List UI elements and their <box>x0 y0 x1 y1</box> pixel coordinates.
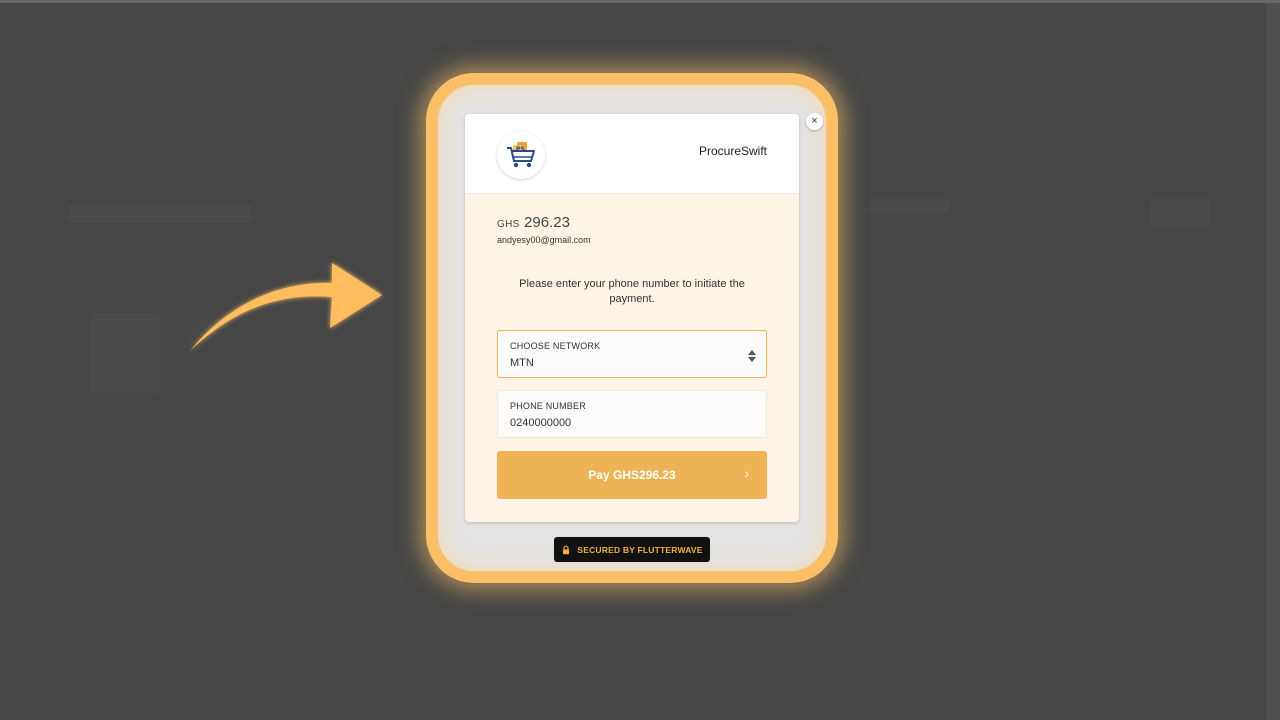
phone-number-field[interactable]: PHONE NUMBER 0240000000 <box>497 390 767 438</box>
merchant-name: ProcureSwift <box>698 144 767 158</box>
lock-icon <box>563 545 570 554</box>
secured-by-badge[interactable]: SECURED BY FLUTTERWAVE <box>554 537 710 562</box>
close-button[interactable]: × <box>806 113 823 130</box>
instruction-text: Please enter your phone number to initia… <box>519 278 745 305</box>
curved-arrow-icon <box>190 263 382 351</box>
shopping-cart-logo-icon: PS <box>507 142 535 168</box>
network-label: CHOOSE NETWORK <box>510 341 601 351</box>
network-select[interactable]: CHOOSE NETWORK MTN <box>497 330 767 378</box>
sort-arrows-icon <box>748 350 756 362</box>
payment-amount: GHS 296.23 <box>497 214 570 232</box>
modal-header: PS ProcureSwift <box>465 114 799 194</box>
close-icon: × <box>811 115 818 127</box>
merchant-logo: PS <box>497 131 545 179</box>
page-backdrop: PS ProcureSwift GHS 296.23 andyesy00@gma… <box>0 0 1280 720</box>
payment-modal: PS ProcureSwift GHS 296.23 andyesy00@gma… <box>465 114 799 522</box>
phone-value[interactable]: 0240000000 <box>510 417 571 429</box>
background-block <box>1150 198 1210 228</box>
phone-label: PHONE NUMBER <box>510 401 586 411</box>
pay-button-label: Pay GHS296.23 <box>588 468 676 482</box>
customer-email: andyesy00@gmail.com <box>497 235 591 245</box>
amount-value: 296.23 <box>524 214 570 231</box>
network-value: MTN <box>510 357 534 369</box>
currency-code: GHS <box>497 219 520 230</box>
background-block <box>70 203 250 223</box>
background-block <box>90 313 160 393</box>
chevron-right-icon: › <box>744 465 749 481</box>
page-scrollbar[interactable] <box>1266 3 1280 720</box>
background-block <box>870 198 950 214</box>
secured-label: SECURED BY FLUTTERWAVE <box>577 544 703 555</box>
pay-button[interactable]: Pay GHS296.23 › <box>497 451 767 499</box>
